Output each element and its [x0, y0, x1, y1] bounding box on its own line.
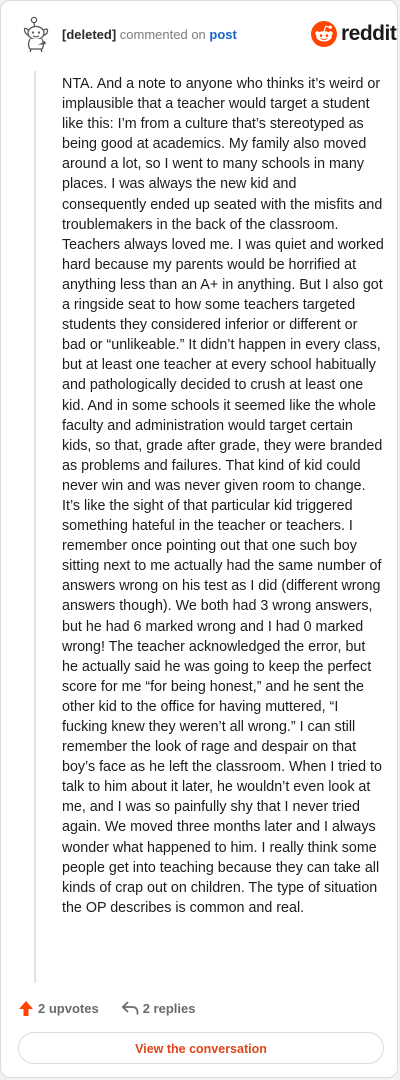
brand-name: reddit	[341, 22, 397, 45]
comment-meta: [deleted] commented on post	[62, 27, 237, 42]
comment-card: [deleted] commented on post reddit NTA. …	[0, 0, 398, 1078]
thread-line	[34, 71, 36, 983]
comment-action: commented on	[119, 27, 206, 42]
post-link[interactable]: post	[209, 27, 236, 42]
reply-stat[interactable]: 2 replies	[121, 1000, 196, 1016]
reddit-brand[interactable]: reddit	[311, 20, 397, 48]
author-name: [deleted]	[62, 27, 117, 42]
upvote-count: 2 upvotes	[38, 1000, 99, 1016]
comment-footer: 2 upvotes 2 replies	[18, 997, 195, 1019]
view-conversation-button[interactable]: View the conversation	[18, 1032, 384, 1064]
comment-body: NTA. And a note to anyone who thinks it’…	[62, 76, 384, 916]
reply-arrow-icon[interactable]	[121, 1000, 139, 1016]
upvote-stat[interactable]: 2 upvotes	[18, 1000, 99, 1017]
upvote-arrow-icon[interactable]	[18, 1000, 34, 1017]
deleted-user-avatar-icon	[23, 16, 49, 53]
reddit-logo-icon	[311, 21, 337, 47]
reply-count: 2 replies	[142, 1000, 196, 1016]
comment-header: [deleted] commented on post reddit	[1, 1, 399, 67]
